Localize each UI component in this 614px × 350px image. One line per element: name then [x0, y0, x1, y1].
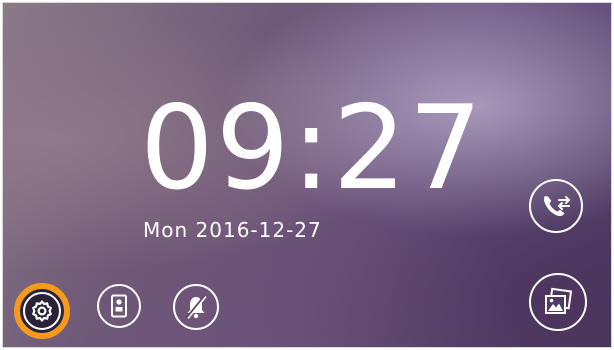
clock-date: Mon 2016-12-27 [143, 218, 322, 242]
settings-button-ring [23, 292, 61, 330]
gallery-button[interactable] [529, 273, 587, 331]
clock-time: 09:27 [140, 81, 485, 216]
monitor-button[interactable] [97, 284, 141, 328]
home-screen: 09:27 Mon 2016-12-27 [2, 2, 612, 348]
phone-transfer-icon [540, 191, 572, 221]
settings-button[interactable] [14, 283, 70, 339]
mute-button[interactable] [173, 284, 219, 330]
bell-muted-icon [182, 293, 210, 321]
door-station-icon [109, 294, 129, 318]
gear-icon [30, 299, 54, 323]
call-log-button[interactable] [529, 179, 583, 233]
photo-gallery-icon [542, 287, 574, 317]
